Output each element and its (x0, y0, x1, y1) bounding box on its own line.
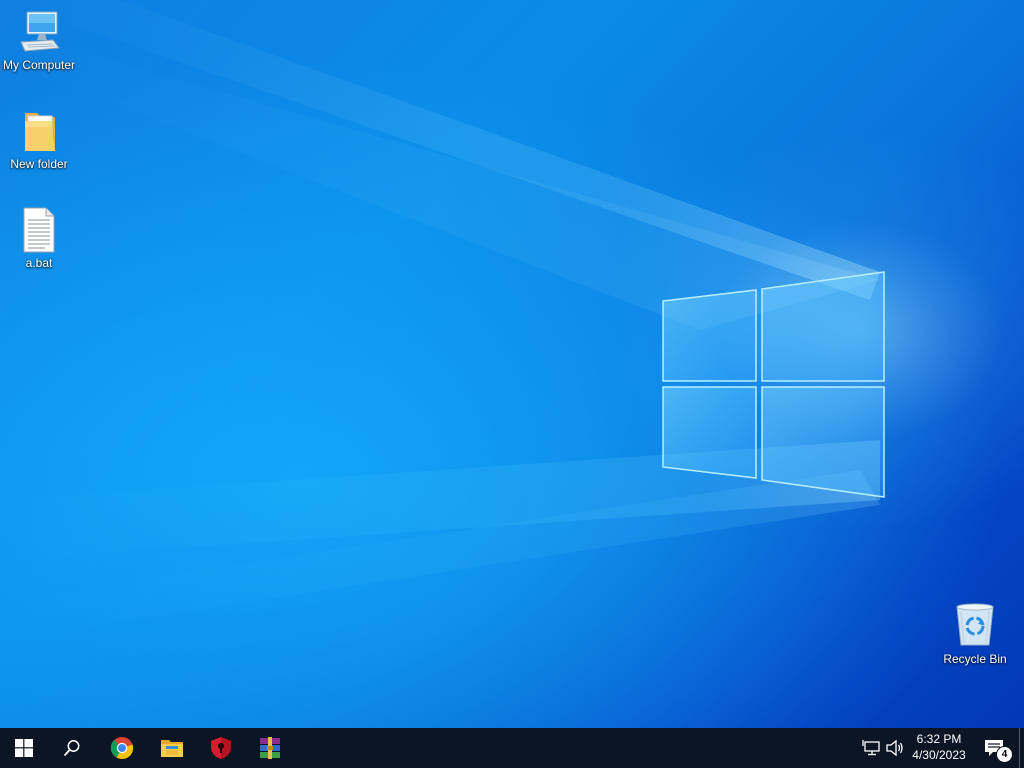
security-shield-icon (211, 737, 231, 759)
start-windows-icon (15, 739, 33, 757)
desktop-icon-label: a.bat (25, 256, 53, 270)
desktop-icon-recycle-bin[interactable]: Recycle Bin (935, 602, 1015, 666)
computer-icon (20, 11, 60, 52)
volume-icon[interactable] (885, 738, 905, 758)
file-explorer-icon (161, 740, 183, 757)
notification-count-badge: 4 (996, 746, 1013, 763)
recycle-bin-icon (956, 603, 994, 646)
desktop-icon-a-bat[interactable]: a.bat (0, 206, 79, 270)
show-desktop-button[interactable] (1019, 728, 1024, 768)
taskbar-security-app[interactable] (197, 728, 245, 768)
desktop-icon-label: My Computer (2, 58, 76, 72)
winrar-icon (260, 737, 280, 759)
search-icon (63, 740, 80, 757)
network-icon[interactable] (862, 738, 882, 758)
taskbar: 6:32 PM 4/30/2023 4 (0, 728, 1024, 768)
desktop-icon-my-computer[interactable]: My Computer (0, 8, 79, 72)
action-center-button[interactable]: 4 (980, 728, 1014, 768)
clock-date: 4/30/2023 (912, 748, 966, 762)
desktop-icon-label: Recycle Bin (943, 652, 1007, 666)
taskbar-clock[interactable]: 6:32 PM 4/30/2023 (904, 731, 974, 763)
folder-icon (25, 113, 55, 151)
search-button[interactable] (48, 728, 96, 768)
desktop-wallpaper: My Computer New folder a.bat Recycle Bin (0, 0, 1024, 728)
batch-file-icon (23, 207, 55, 253)
taskbar-winrar[interactable] (246, 728, 294, 768)
windows-logo-wallpaper (662, 271, 885, 498)
taskbar-file-explorer[interactable] (148, 728, 196, 768)
chrome-icon (110, 737, 134, 760)
desktop-icon-label: New folder (10, 157, 68, 171)
desktop-icon-new-folder[interactable]: New folder (0, 107, 79, 171)
start-button[interactable] (0, 728, 48, 768)
taskbar-chrome[interactable] (98, 728, 146, 768)
clock-time: 6:32 PM (916, 732, 962, 746)
